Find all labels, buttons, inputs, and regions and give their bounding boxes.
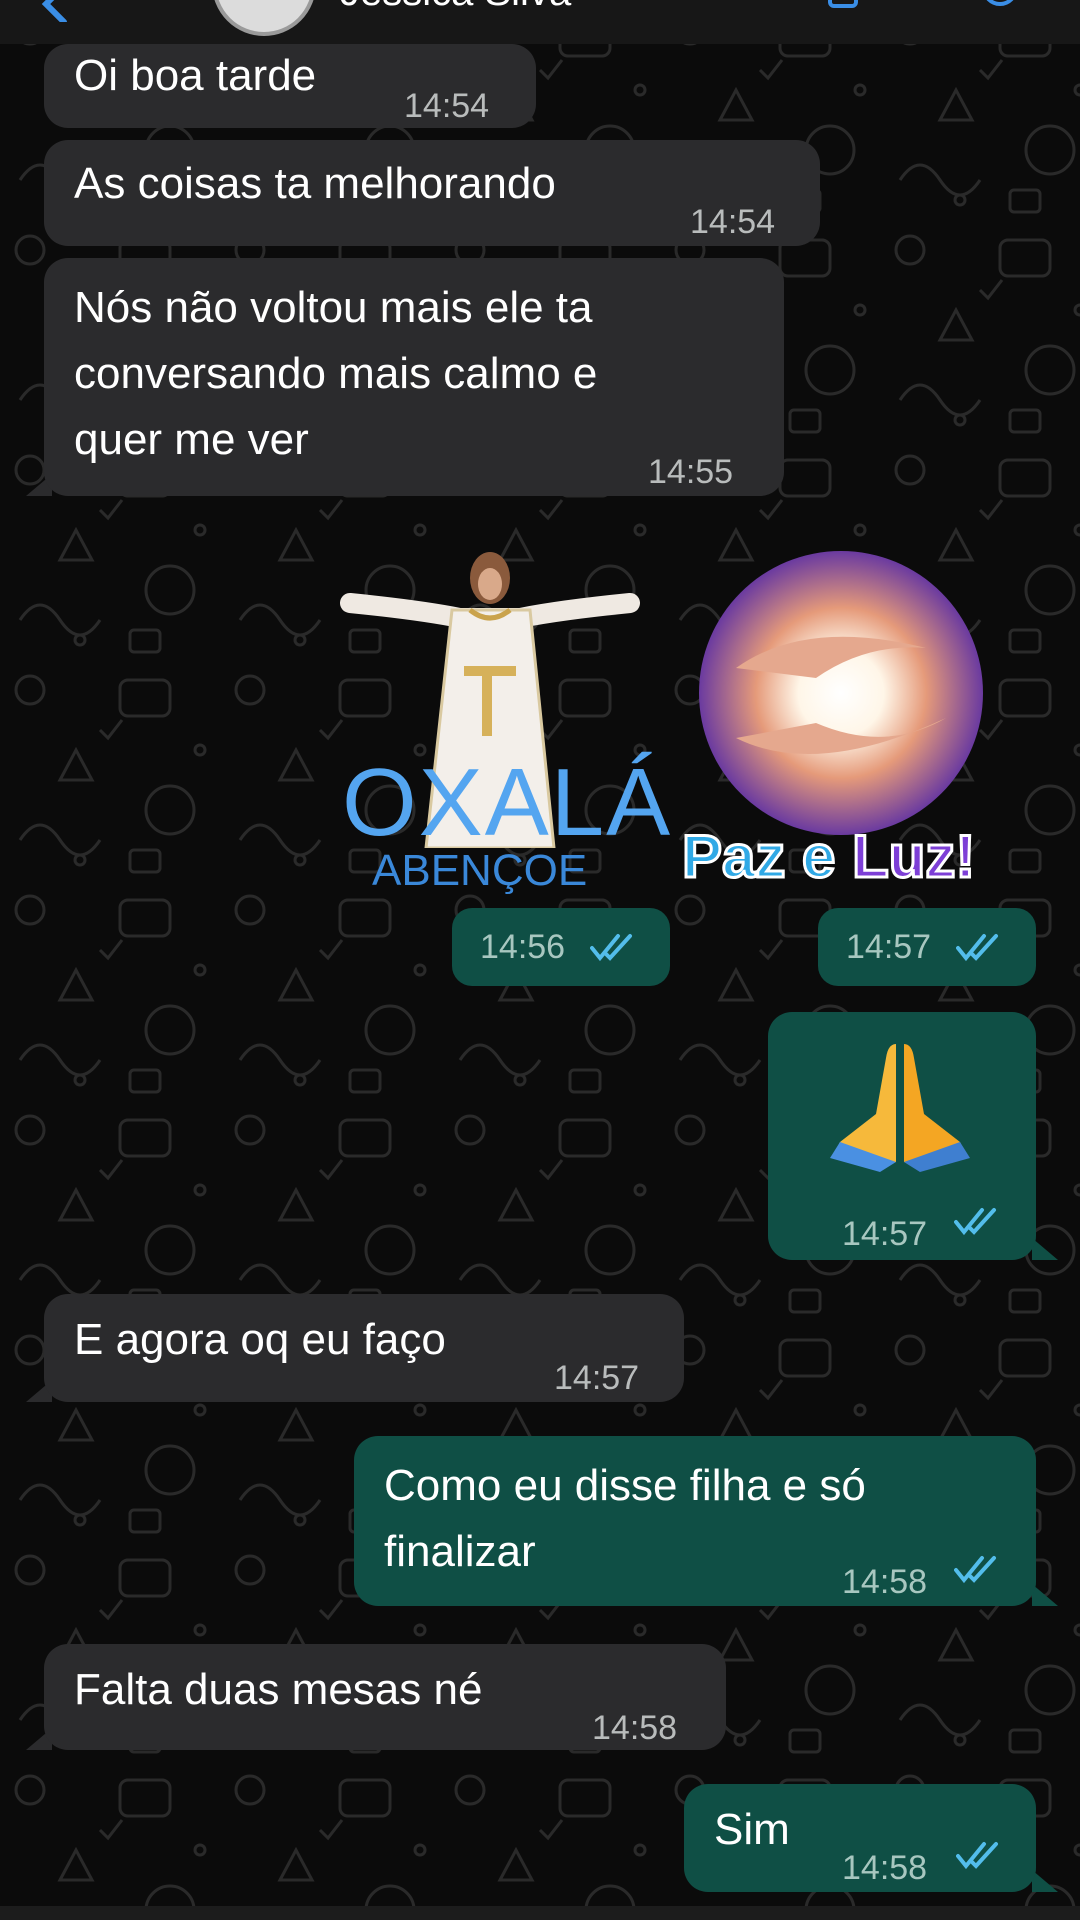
incoming-message[interactable]: As coisas ta melhorando 14:54 — [44, 140, 820, 246]
message-time: 14:57 — [842, 1215, 928, 1253]
message-line: Nós não voltou mais ele ta — [74, 283, 593, 332]
video-camera-icon[interactable] — [828, 0, 868, 22]
outgoing-message[interactable]: Sim 14:58 — [684, 1784, 1036, 1892]
message-time: 14:58 — [842, 1563, 928, 1601]
paz-e-luz-sticker-image[interactable] — [696, 548, 986, 838]
sticker-title: OXALÁ — [342, 749, 673, 856]
message-line: Como eu disse filha e só — [384, 1461, 866, 1510]
read-double-check-icon — [954, 1556, 996, 1584]
phone-icon[interactable] — [978, 0, 1018, 22]
incoming-message[interactable]: Oi boa tarde 14:54 — [44, 44, 536, 128]
outgoing-message[interactable]: Como eu disse filha e só finalizar 14:58 — [354, 1436, 1036, 1606]
read-double-check-icon — [954, 1208, 996, 1236]
sticker-title: Paz e Luz! — [680, 822, 976, 892]
message-text: Falta duas mesas né — [74, 1665, 483, 1714]
bottom-divider — [0, 1906, 1080, 1920]
folded-hands-icon — [830, 1044, 970, 1172]
read-double-check-icon — [956, 934, 998, 962]
incoming-message[interactable]: Falta duas mesas né 14:58 — [44, 1644, 726, 1750]
incoming-message[interactable]: E agora oq eu faço 14:57 — [44, 1294, 684, 1402]
message-text: Sim — [714, 1805, 790, 1854]
message-time: 14:55 — [648, 453, 734, 491]
read-double-check-icon — [956, 1842, 998, 1870]
message-text: E agora oq eu faço — [74, 1315, 446, 1364]
message-time: 14:58 — [592, 1709, 678, 1747]
message-time: 14:58 — [842, 1849, 928, 1887]
message-time: 14:54 — [690, 203, 776, 241]
message-text: As coisas ta melhorando — [74, 159, 556, 208]
message-line: finalizar — [384, 1527, 536, 1576]
chevron-left-icon[interactable] — [36, 0, 76, 22]
message-time: 14:57 — [846, 928, 932, 966]
message-line: quer me ver — [74, 415, 309, 464]
message-time: 14:57 — [554, 1359, 640, 1397]
message-time: 14:56 — [480, 928, 566, 966]
sticker-subtitle: ABENÇOE — [372, 846, 588, 895]
chat-header: Jessica Silva — [0, 0, 1080, 44]
outgoing-message[interactable]: 14:57 — [768, 1012, 1036, 1260]
sticker-time-chip: 14:56 — [452, 908, 670, 986]
sticker-time-chip: 14:57 — [818, 908, 1036, 986]
read-double-check-icon — [590, 934, 632, 962]
message-line: conversando mais calmo e — [74, 349, 598, 398]
contact-name[interactable]: Jessica Silva — [340, 0, 571, 15]
incoming-message[interactable]: Nós não voltou mais ele ta conversando m… — [44, 258, 784, 496]
message-time: 14:54 — [404, 87, 490, 125]
contact-avatar[interactable] — [212, 0, 316, 36]
message-text: Oi boa tarde — [74, 51, 317, 100]
